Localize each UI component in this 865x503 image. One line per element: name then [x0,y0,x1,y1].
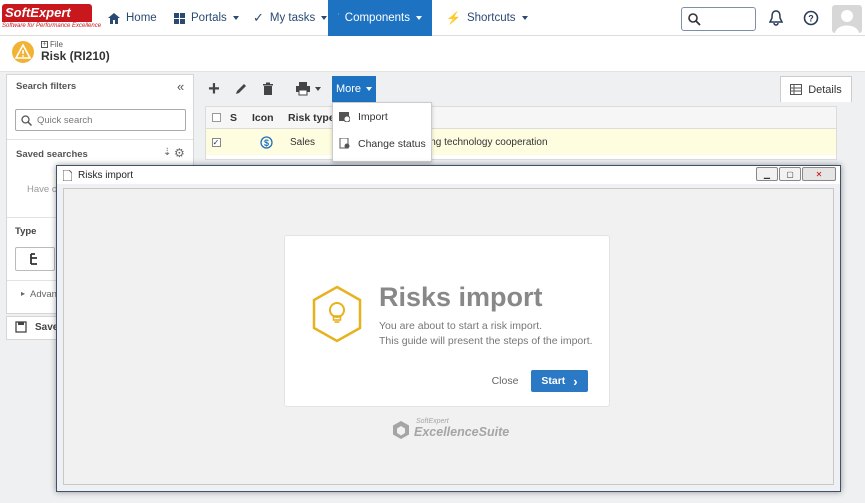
menu-item-label: Import [358,110,388,123]
user-avatar[interactable] [832,5,862,33]
type-title: Type [15,226,37,237]
trophy-icon [338,13,339,15]
divider [7,139,193,140]
saved-searches-hint: Have o [27,184,58,195]
collapse-icon[interactable]: « [177,79,184,94]
svg-text:$: $ [263,138,268,148]
chevron-down-icon [321,16,328,20]
svg-text:?: ? [808,14,814,24]
wizard-heading: Risks import [379,282,543,312]
tab-details[interactable]: Details [780,76,852,102]
help-icon[interactable]: ? [803,10,819,26]
risk-grid: S Icon Risk type ✓ $ Sales ing technolog… [205,106,837,160]
advanced-label: Advan [30,289,57,300]
chevron-down-icon [366,87,373,91]
print-icon[interactable] [290,78,326,100]
window-titlebar[interactable]: Risks import ▁ ▢ ✕ [57,166,840,184]
nav-my-tasks[interactable]: ✓ My tasks [243,0,337,36]
more-dropdown-menu: Import Change status [332,102,432,162]
chevron-down-icon [315,87,321,91]
details-icon [790,84,803,95]
global-search-input[interactable] [681,7,756,31]
add-icon[interactable]: + [202,78,226,100]
delete-icon[interactable] [256,78,280,100]
page-title: Risk (RI210) [41,49,110,63]
nav-shortcuts[interactable]: ⚡ Shortcuts [436,0,538,36]
nav-my-tasks-label: My tasks [269,12,316,24]
expand-icon: + [41,41,48,48]
nav-components-label: Components [344,12,410,24]
nav-portals-label: Portals [191,12,227,24]
hierarchy-icon [30,253,37,265]
wizard-text-line2: This guide will present the steps of the… [379,335,593,347]
nav-components[interactable]: Components [328,0,432,36]
page-header [0,36,865,72]
start-label: Start [541,375,566,387]
more-menu-button[interactable]: More [332,76,376,102]
grid-header: S Icon Risk type [206,107,836,129]
close-window-button[interactable]: ✕ [802,167,836,181]
home-icon [108,12,120,24]
lightning-icon: ⚡ [446,11,461,25]
breadcrumb[interactable]: + File [41,40,63,49]
save-label: Save [35,321,59,333]
maximize-button[interactable]: ▢ [779,167,801,181]
window-title: Risks import [78,169,134,181]
import-icon [339,112,350,122]
dollar-icon: $ [248,135,284,149]
menu-item-change-status[interactable]: Change status [333,130,431,157]
breadcrumb-file: File [50,40,63,49]
minimize-button[interactable]: ▁ [756,167,778,181]
check-icon: ✓ [253,10,264,25]
table-row[interactable]: ✓ $ Sales ing technology cooperation [206,129,836,155]
gear-icon[interactable]: ⚙ [174,146,185,160]
portals-icon [174,12,185,24]
logo-brand: SoftExpert [2,4,92,22]
chevron-down-icon [521,16,528,20]
details-label: Details [808,83,842,96]
search-filters-title: Search filters [16,81,77,92]
chevron-right-icon: › [573,373,578,389]
quick-search-placeholder: Quick search [37,114,93,126]
wizard-text-line1: You are about to start a risk import. [379,320,543,332]
save-icon [15,321,27,333]
close-button[interactable]: Close [488,372,522,390]
chevron-down-icon [232,16,239,20]
softexpert-logo[interactable]: SoftExpert Software for Performance Exce… [2,4,102,32]
nav-home-label: Home [126,12,157,24]
row-checkbox[interactable]: ✓ [206,137,226,147]
chevron-right-icon: ▸ [21,289,26,298]
chevron-down-icon [416,16,422,20]
logo-tagline: Software for Performance Excellence [2,23,102,29]
bell-icon[interactable] [768,10,784,26]
column-header-icon[interactable]: Icon [248,112,284,124]
saved-searches-title: Saved searches [16,149,88,160]
brand-large-text: ExcellenceSuite [414,425,510,439]
type-tree-button[interactable] [15,247,55,271]
advanced-toggle[interactable]: ▸ Advan [21,289,57,300]
column-header-s[interactable]: S [226,112,248,124]
start-button[interactable]: Start › [531,370,588,392]
nav-portals[interactable]: Portals [164,0,249,36]
sort-icon[interactable]: ⇣ [163,147,171,158]
select-all-checkbox[interactable] [206,113,226,122]
brand-small-text: SoftExpert [416,418,449,425]
save-button[interactable]: Save [15,321,58,333]
menu-item-label: Change status [358,137,426,150]
more-label: More [335,83,362,95]
nav-shortcuts-label: Shortcuts [466,12,516,24]
search-icon [688,13,701,26]
document-icon [63,169,72,181]
edit-icon[interactable] [229,78,253,100]
risk-warning-icon [12,41,34,63]
quick-search-input[interactable]: Quick search [15,109,186,131]
change-status-icon [339,138,350,149]
cell-description: ing technology cooperation [428,136,548,148]
search-icon [21,114,32,126]
excellence-suite-logo: SoftExpert ExcellenceSuite [392,418,509,442]
lightbulb-hexagon-icon [312,285,362,343]
nav-home[interactable]: Home [98,0,167,36]
brand-hexagon-icon [393,421,409,439]
menu-item-import[interactable]: Import [333,103,431,130]
